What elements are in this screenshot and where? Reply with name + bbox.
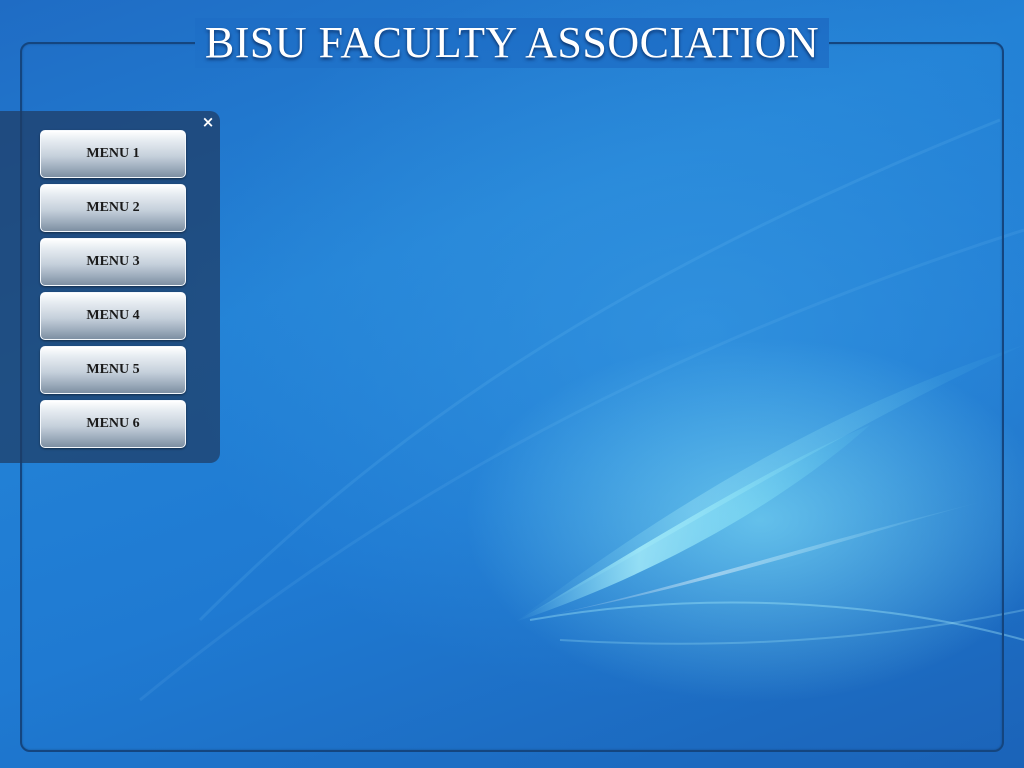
menu-3-button[interactable]: MENU 3 bbox=[40, 238, 186, 286]
menu-4-button[interactable]: MENU 4 bbox=[40, 292, 186, 340]
menu-1-button[interactable]: MENU 1 bbox=[40, 130, 186, 178]
menu-2-button[interactable]: MENU 2 bbox=[40, 184, 186, 232]
title-bar: BISU FACULTY ASSOCIATION bbox=[0, 18, 1024, 68]
page-title: BISU FACULTY ASSOCIATION bbox=[194, 18, 830, 68]
close-icon[interactable]: × bbox=[200, 113, 216, 131]
menu-6-button[interactable]: MENU 6 bbox=[40, 400, 186, 448]
menu-5-button[interactable]: MENU 5 bbox=[40, 346, 186, 394]
